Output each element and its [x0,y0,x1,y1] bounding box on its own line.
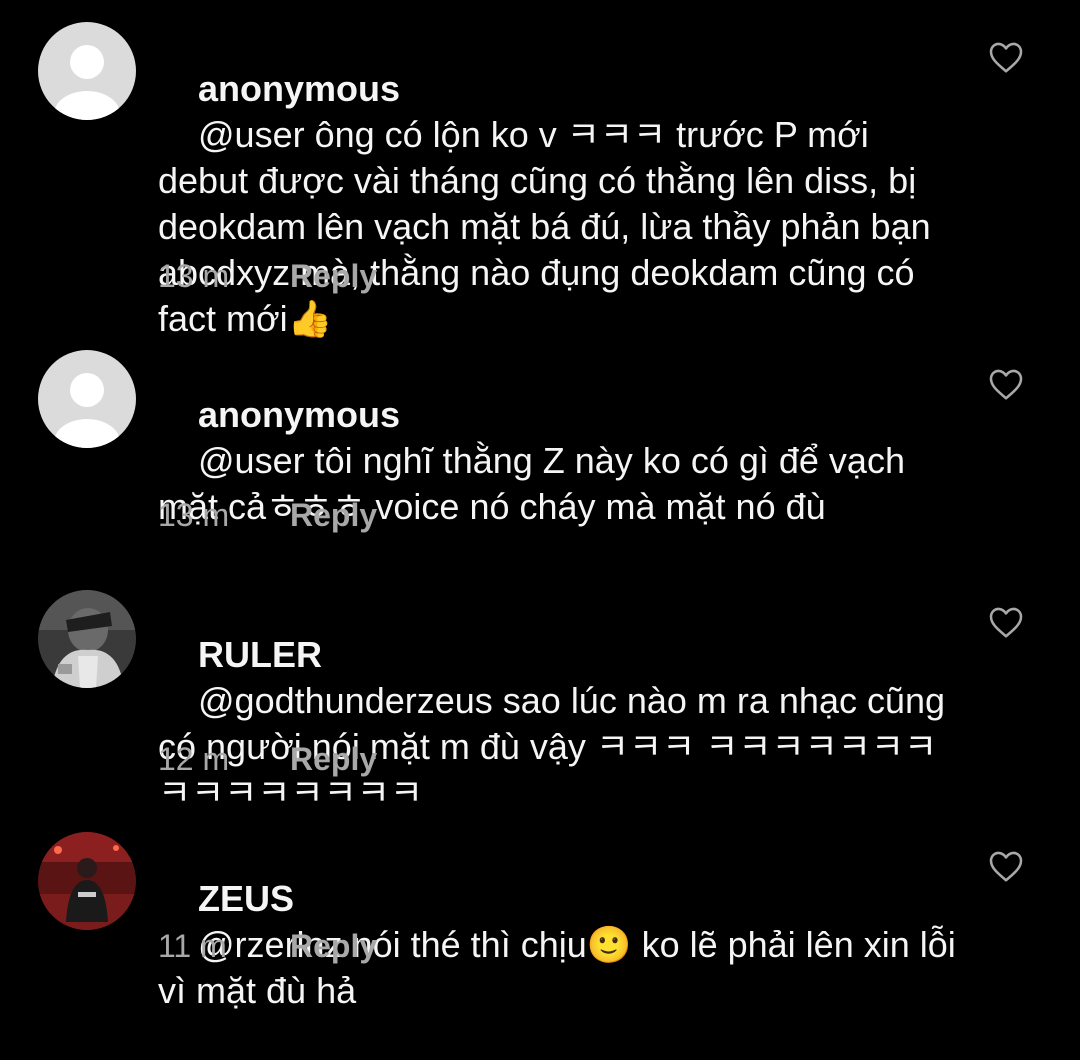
comment-body: anonymous @user tôi nghĩ thằng Z này ko … [158,346,958,576]
comment-timestamp: 12 m [158,741,230,777]
comment-username[interactable]: anonymous [198,394,400,435]
comment-meta: 11 m Reply [158,926,377,966]
comment-username[interactable]: RULER [198,634,322,675]
comment-body: RULER @godthunderzeus sao lúc nào m ra n… [158,586,958,862]
reply-button[interactable]: Reply [290,256,377,296]
reply-button[interactable]: Reply [290,739,377,779]
reply-button[interactable]: Reply [290,926,377,966]
comment-timestamp: 13 m [158,258,230,294]
default-avatar-icon[interactable] [38,22,136,120]
comment-timestamp: 13 m [158,497,230,533]
comment-username[interactable]: ZEUS [198,878,294,919]
heart-icon[interactable] [988,849,1024,883]
comment-body: anonymous @user ông có lộn ko v ㅋㅋㅋ trướ… [158,20,958,388]
comment-meta: 12 m Reply [158,739,377,779]
comment-meta: 13 m Reply [158,256,377,296]
zeus-photo-avatar[interactable] [38,832,136,930]
comment-meta: 13 m Reply [158,495,377,535]
comment-timestamp: 11 m [158,928,227,964]
heart-icon[interactable] [988,605,1024,639]
reply-button[interactable]: Reply [290,495,377,535]
heart-icon[interactable] [988,40,1024,74]
comment-username[interactable]: anonymous [198,68,400,109]
default-avatar-icon[interactable] [38,350,136,448]
ruler-photo-avatar[interactable] [38,590,136,688]
heart-icon[interactable] [988,367,1024,401]
comment-text: @user ông có lộn ko v ㅋㅋㅋ trước P mới de… [158,114,941,339]
